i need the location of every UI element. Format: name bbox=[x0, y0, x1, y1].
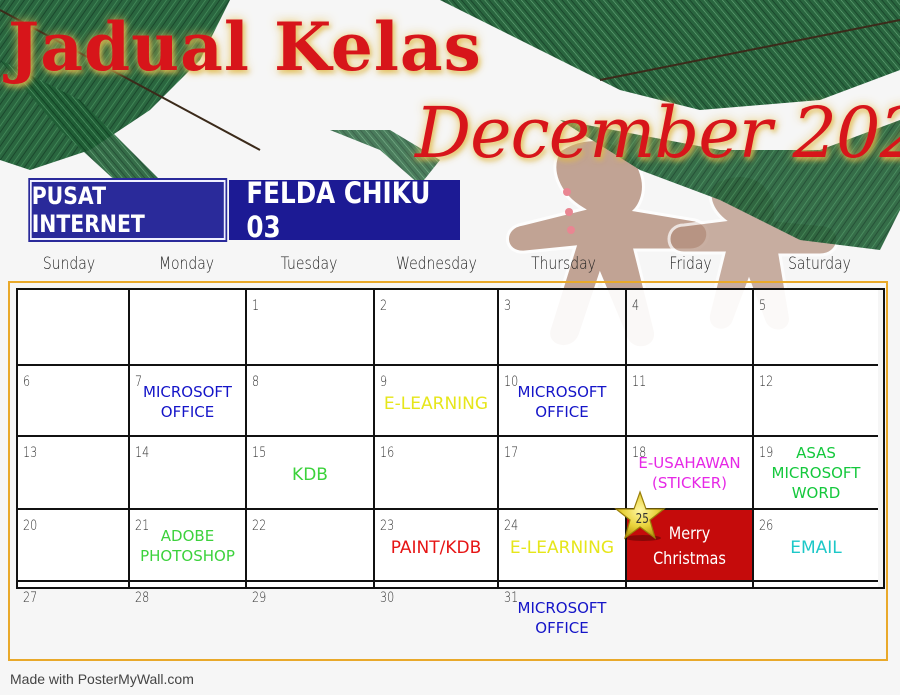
day-name: Saturday bbox=[788, 254, 851, 274]
calendar-day-cell[interactable]: 9 E-LEARNING bbox=[375, 366, 499, 437]
calendar-day-cell[interactable]: 8 bbox=[247, 366, 375, 437]
day-number: 22 bbox=[252, 518, 267, 534]
calendar-day-cell[interactable] bbox=[754, 582, 878, 587]
calendar-day-cell[interactable] bbox=[18, 290, 130, 366]
calendar-day-cell[interactable]: 23 PAINT/KDB bbox=[375, 510, 499, 582]
day-number: 15 bbox=[252, 445, 267, 461]
calendar-day-cell[interactable]: 4 bbox=[627, 290, 754, 366]
day-number: 2 bbox=[380, 298, 388, 314]
class-event: PAINT/KDB bbox=[390, 538, 482, 558]
calendar-day-cell[interactable] bbox=[130, 290, 247, 366]
calendar-day-cell[interactable]: 20 bbox=[18, 510, 130, 582]
day-number: 13 bbox=[23, 445, 38, 461]
poster-title: Jadual Kelas bbox=[8, 8, 482, 86]
calendar-day-cell[interactable]: 12 bbox=[754, 366, 878, 437]
day-name: Friday bbox=[669, 254, 712, 274]
calendar-day-cell[interactable]: 1 bbox=[247, 290, 375, 366]
day-number: 4 bbox=[632, 298, 640, 314]
class-event: MICROSOFT OFFICE bbox=[517, 383, 607, 421]
class-event: MICROSOFT OFFICE bbox=[517, 599, 607, 637]
calendar-day-cell[interactable]: 7 MICROSOFT OFFICE bbox=[130, 366, 247, 437]
calendar-day-cell[interactable]: 24 E-LEARNING bbox=[499, 510, 627, 582]
day-number: 6 bbox=[23, 374, 31, 390]
calendar-day-cell[interactable]: 28 bbox=[130, 582, 247, 606]
day-number: 16 bbox=[380, 445, 395, 461]
calendar-day-cell[interactable]: 15 KDB bbox=[247, 437, 375, 510]
day-name: Monday bbox=[158, 254, 215, 274]
calendar-day-cell[interactable]: 26 EMAIL bbox=[754, 510, 878, 582]
day-names-row: Sunday Monday Tuesday Wednesday Thursday… bbox=[10, 254, 885, 274]
day-name: Tuesday bbox=[280, 254, 338, 274]
badge-left-label: PUSAT INTERNET bbox=[31, 182, 145, 238]
day-number: 28 bbox=[135, 590, 150, 606]
calendar-day-cell[interactable]: 11 bbox=[627, 366, 754, 437]
day-number: 9 bbox=[380, 374, 388, 390]
day-name: Sunday bbox=[42, 254, 96, 274]
day-number: 3 bbox=[504, 298, 512, 314]
calendar-day-cell[interactable]: 29 bbox=[247, 582, 375, 606]
day-name: Wednesday bbox=[396, 254, 477, 274]
calendar-day-cell[interactable]: 21 ADOBE PHOTOSHOP bbox=[130, 510, 247, 582]
day-number: 23 bbox=[380, 518, 395, 534]
calendar-day-cell[interactable]: 17 bbox=[499, 437, 627, 510]
calendar-day-cell[interactable]: 5 bbox=[754, 290, 878, 366]
calendar-day-cell[interactable]: 30 bbox=[375, 582, 499, 606]
calendar-day-cell[interactable]: 27 bbox=[18, 582, 130, 606]
poster-month-title: December 2020 bbox=[415, 92, 900, 174]
class-event: ASAS MICROSOFT WORD bbox=[771, 444, 861, 502]
badge-pusat-internet: PUSAT INTERNET bbox=[28, 178, 228, 242]
class-event: E-LEARNING bbox=[509, 538, 615, 558]
footer-credit: Made with PosterMyWall.com bbox=[10, 671, 194, 687]
day-number: 17 bbox=[504, 445, 519, 461]
class-event: ADOBE PHOTOSHOP bbox=[140, 527, 235, 565]
class-event: EMAIL bbox=[790, 538, 842, 558]
calendar-day-cell[interactable]: 22 bbox=[247, 510, 375, 582]
calendar-day-cell[interactable]: 3 bbox=[499, 290, 627, 366]
class-event: MICROSOFT OFFICE bbox=[143, 383, 232, 421]
day-number: 5 bbox=[759, 298, 767, 314]
calendar-day-cell[interactable]: 16 bbox=[375, 437, 499, 510]
day-number: 27 bbox=[23, 590, 38, 606]
calendar-day-cell[interactable]: 6 bbox=[18, 366, 130, 437]
calendar-grid: 1 2 3 4 5 6 7 MICROSOFT OFFICE 8 9 E-LEARNING 10 MIC… bbox=[16, 288, 885, 637]
calendar-day-cell[interactable]: 14 bbox=[130, 437, 247, 510]
class-event: E-USAHAWAN (STICKER) bbox=[638, 454, 741, 492]
calendar-day-cell[interactable] bbox=[627, 582, 754, 587]
class-event: E-LEARNING bbox=[383, 394, 489, 414]
calendar-day-cell[interactable]: 13 bbox=[18, 437, 130, 510]
badge-felda-chiku: FELDA CHIKU 03 bbox=[229, 176, 460, 244]
day-name: Thursday bbox=[531, 254, 596, 274]
day-number: 26 bbox=[759, 518, 774, 534]
day-number: 8 bbox=[252, 374, 260, 390]
christmas-day-number: 25 bbox=[635, 512, 649, 527]
day-number: 24 bbox=[504, 518, 519, 534]
badge-right-label: FELDA CHIKU 03 bbox=[246, 176, 431, 244]
day-number: 11 bbox=[632, 374, 647, 390]
calendar-day-cell[interactable]: 2 bbox=[375, 290, 499, 366]
day-number: 29 bbox=[252, 590, 267, 606]
calendar-day-cell[interactable]: 10 MICROSOFT OFFICE bbox=[499, 366, 627, 437]
day-number: 20 bbox=[23, 518, 38, 534]
calendar-day-cell[interactable]: 31 MICROSOFT OFFICE bbox=[499, 582, 627, 637]
day-number: 1 bbox=[252, 298, 260, 314]
class-event: KDB bbox=[292, 465, 328, 485]
day-number: 12 bbox=[759, 374, 774, 390]
day-number: 14 bbox=[135, 445, 150, 461]
calendar-day-cell[interactable]: 19 ASAS MICROSOFT WORD bbox=[754, 437, 878, 510]
day-number: 30 bbox=[380, 590, 395, 606]
